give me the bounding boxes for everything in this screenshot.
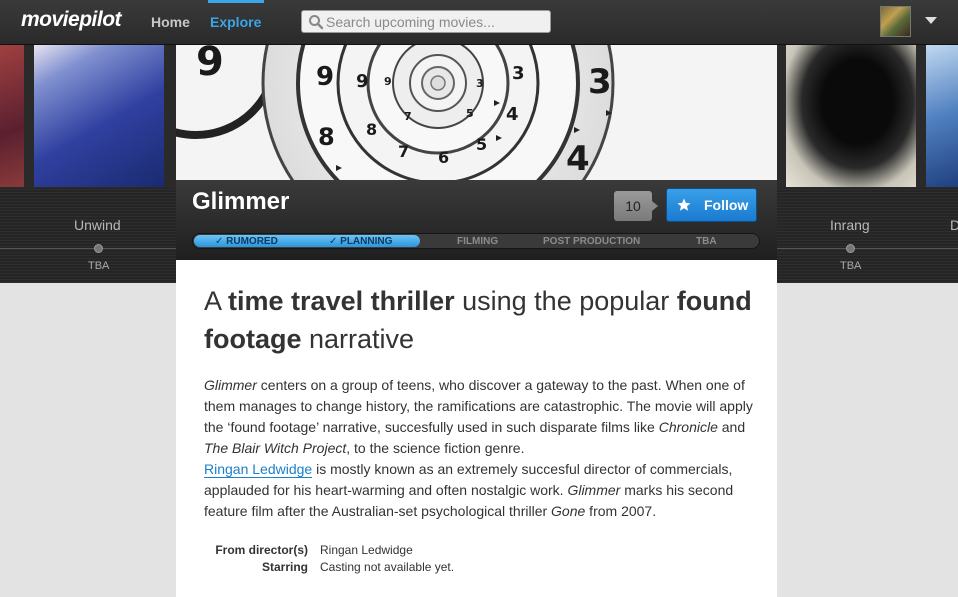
- carousel-poster[interactable]: [926, 45, 958, 187]
- release-date: TBA: [88, 260, 110, 272]
- movie-content: A time travel thriller using the popular…: [176, 260, 777, 597]
- stage-tba: TBA: [696, 236, 717, 247]
- description-text: , to the science fiction genre.: [346, 440, 525, 456]
- user-avatar[interactable]: [880, 6, 911, 37]
- svg-text:4: 4: [506, 104, 519, 125]
- carousel-poster-inrang[interactable]: [786, 45, 916, 187]
- movie-title: Glimmer: [192, 188, 290, 215]
- search-icon: [309, 15, 324, 30]
- timeline-dot: [846, 244, 855, 253]
- hero-image: 9 3 4 9 8 3 4 9 8 7 6 5 5 7 3 9: [176, 45, 777, 180]
- logo[interactable]: moviepilot: [21, 8, 122, 32]
- director-link[interactable]: Ringan Ledwidge: [204, 461, 313, 478]
- top-navigation: moviepilot Home Explore: [0, 0, 958, 45]
- film-title-italic: The Blair Witch Project: [204, 440, 347, 456]
- nav-home-link[interactable]: Home: [151, 14, 190, 30]
- carousel-title-inrang[interactable]: Inrang: [830, 217, 870, 233]
- movie-title-italic: Glimmer: [204, 377, 257, 393]
- chevron-down-icon[interactable]: [924, 16, 938, 26]
- credits-value: Ringan Ledwidge: [320, 543, 413, 557]
- release-date: TBA: [840, 260, 862, 272]
- svg-text:5: 5: [466, 107, 474, 120]
- production-progress-bar: ✓ RUMORED ✓ PLANNING FILMING POST PRODUC…: [192, 233, 760, 249]
- svg-text:6: 6: [438, 148, 449, 167]
- credits-label: Starring: [261, 560, 308, 574]
- tagline-text: using the popular: [454, 286, 677, 316]
- svg-text:9: 9: [384, 75, 392, 88]
- carousel-poster[interactable]: [0, 45, 24, 187]
- svg-text:5: 5: [476, 135, 487, 154]
- follow-button-label: Follow: [704, 197, 749, 213]
- tagline-text: A: [204, 286, 229, 316]
- stage-planning: ✓ PLANNING: [329, 236, 393, 247]
- description-text: from 2007.: [585, 503, 657, 519]
- tagline-emphasis: time travel thriller: [228, 286, 455, 316]
- svg-text:8: 8: [318, 123, 335, 151]
- movie-title-italic: Glimmer: [567, 482, 621, 498]
- stage-rumored: ✓ RUMORED: [215, 236, 278, 247]
- svg-text:4: 4: [566, 139, 590, 179]
- movie-description: Glimmer centers on a group of teens, who…: [204, 375, 764, 522]
- svg-text:9: 9: [196, 45, 224, 85]
- svg-text:9: 9: [316, 62, 334, 92]
- timeline-dot: [94, 244, 103, 253]
- tagline-text: narrative: [301, 324, 415, 354]
- timeline-line: [777, 248, 958, 249]
- svg-text:7: 7: [398, 142, 409, 161]
- follow-button[interactable]: Follow: [666, 188, 757, 222]
- svg-text:3: 3: [512, 63, 525, 84]
- follower-count: 10: [614, 191, 658, 221]
- search-box[interactable]: [301, 10, 551, 33]
- svg-text:8: 8: [366, 120, 377, 139]
- carousel-title-unwind[interactable]: Unwind: [74, 217, 121, 233]
- svg-text:3: 3: [476, 77, 484, 90]
- carousel-title-next[interactable]: D: [950, 217, 958, 233]
- credits-value: Casting not available yet.: [320, 560, 455, 574]
- stage-filming: FILMING: [457, 236, 499, 247]
- search-input[interactable]: [326, 13, 546, 31]
- nav-active-indicator: [208, 0, 264, 3]
- clock-spiral-image: 9 3 4 9 8 3 4 9 8 7 6 5 5 7 3 9: [176, 45, 777, 180]
- star-icon: [677, 198, 691, 211]
- nav-explore-link[interactable]: Explore: [210, 14, 261, 30]
- film-title-italic: Gone: [551, 503, 586, 519]
- film-title-italic: Chronicle: [658, 419, 718, 435]
- svg-text:9: 9: [356, 71, 369, 92]
- credits-label: From director(s): [215, 543, 308, 557]
- movie-title-bar: Glimmer 10 Follow ✓ RUMORED ✓ PLANNING F…: [176, 180, 777, 260]
- stage-post-production: POST PRODUCTION: [543, 236, 641, 247]
- description-text: and: [717, 419, 746, 435]
- timeline-line: [0, 248, 176, 249]
- carousel-poster-unwind[interactable]: [34, 45, 164, 187]
- movie-tagline: A time travel thriller using the popular…: [204, 282, 764, 358]
- svg-text:7: 7: [404, 110, 412, 123]
- svg-text:3: 3: [588, 62, 612, 102]
